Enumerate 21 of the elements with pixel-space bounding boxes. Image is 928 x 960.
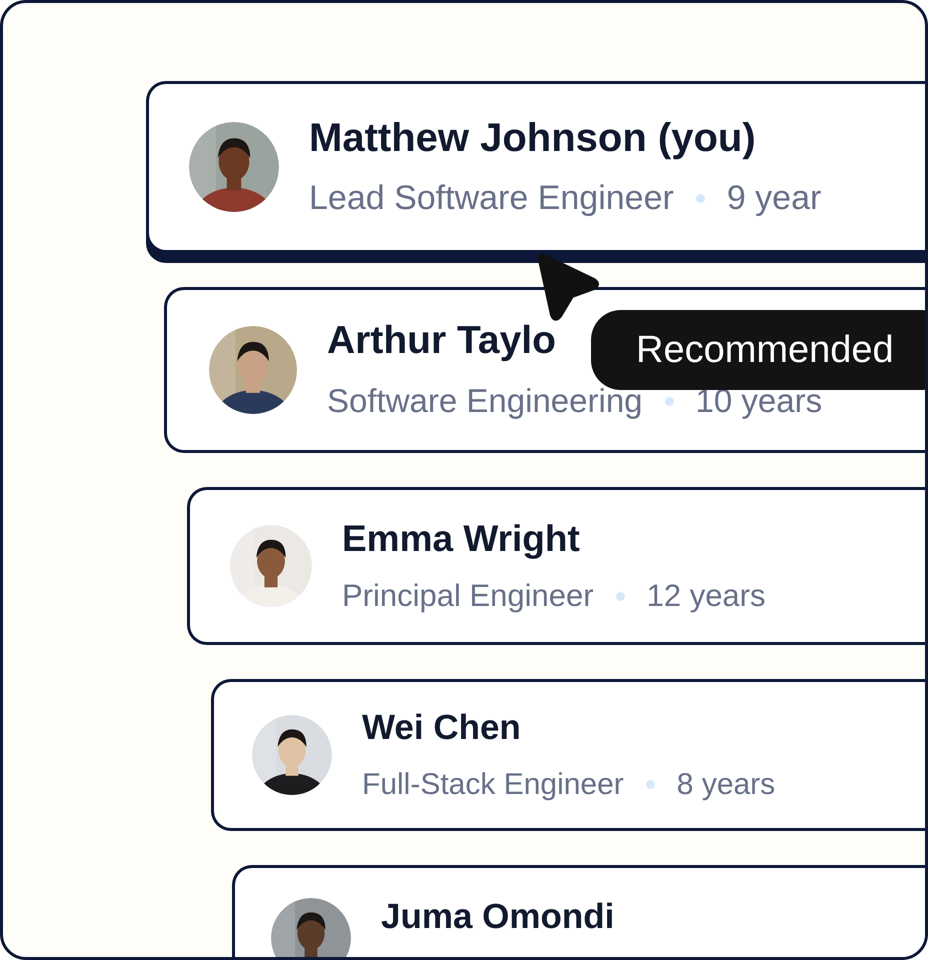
separator-dot <box>664 396 674 406</box>
experience-years: 10 years <box>696 383 822 420</box>
job-title: Lead Software Engineer <box>309 180 674 218</box>
person-name: Matthew Johnson (you) <box>309 116 756 160</box>
separator-dot <box>646 780 655 789</box>
experience-years: 8 years <box>676 768 776 801</box>
profile-card[interactable]: Juma Omondi <box>232 865 925 957</box>
person-name: Arthur Taylo <box>327 320 556 364</box>
profile-card[interactable]: Wei Chen Full-Stack Engineer 8 years <box>211 679 925 831</box>
separator-dot <box>616 592 625 601</box>
experience-years: 12 years <box>646 579 766 614</box>
job-title: Principal Engineer <box>342 579 594 614</box>
person-name: Juma Omondi <box>381 898 614 936</box>
profile-card[interactable]: Emma Wright Principal Engineer 12 years <box>187 487 925 645</box>
tooltip-text: Recommended <box>636 328 894 372</box>
person-name: Wei Chen <box>362 709 521 748</box>
separator-dot <box>696 194 705 204</box>
job-title: Full-Stack Engineer <box>362 768 624 801</box>
person-name: Emma Wright <box>342 518 580 560</box>
experience-years: 9 year <box>726 180 822 218</box>
job-title: Software Engineering <box>327 383 643 420</box>
